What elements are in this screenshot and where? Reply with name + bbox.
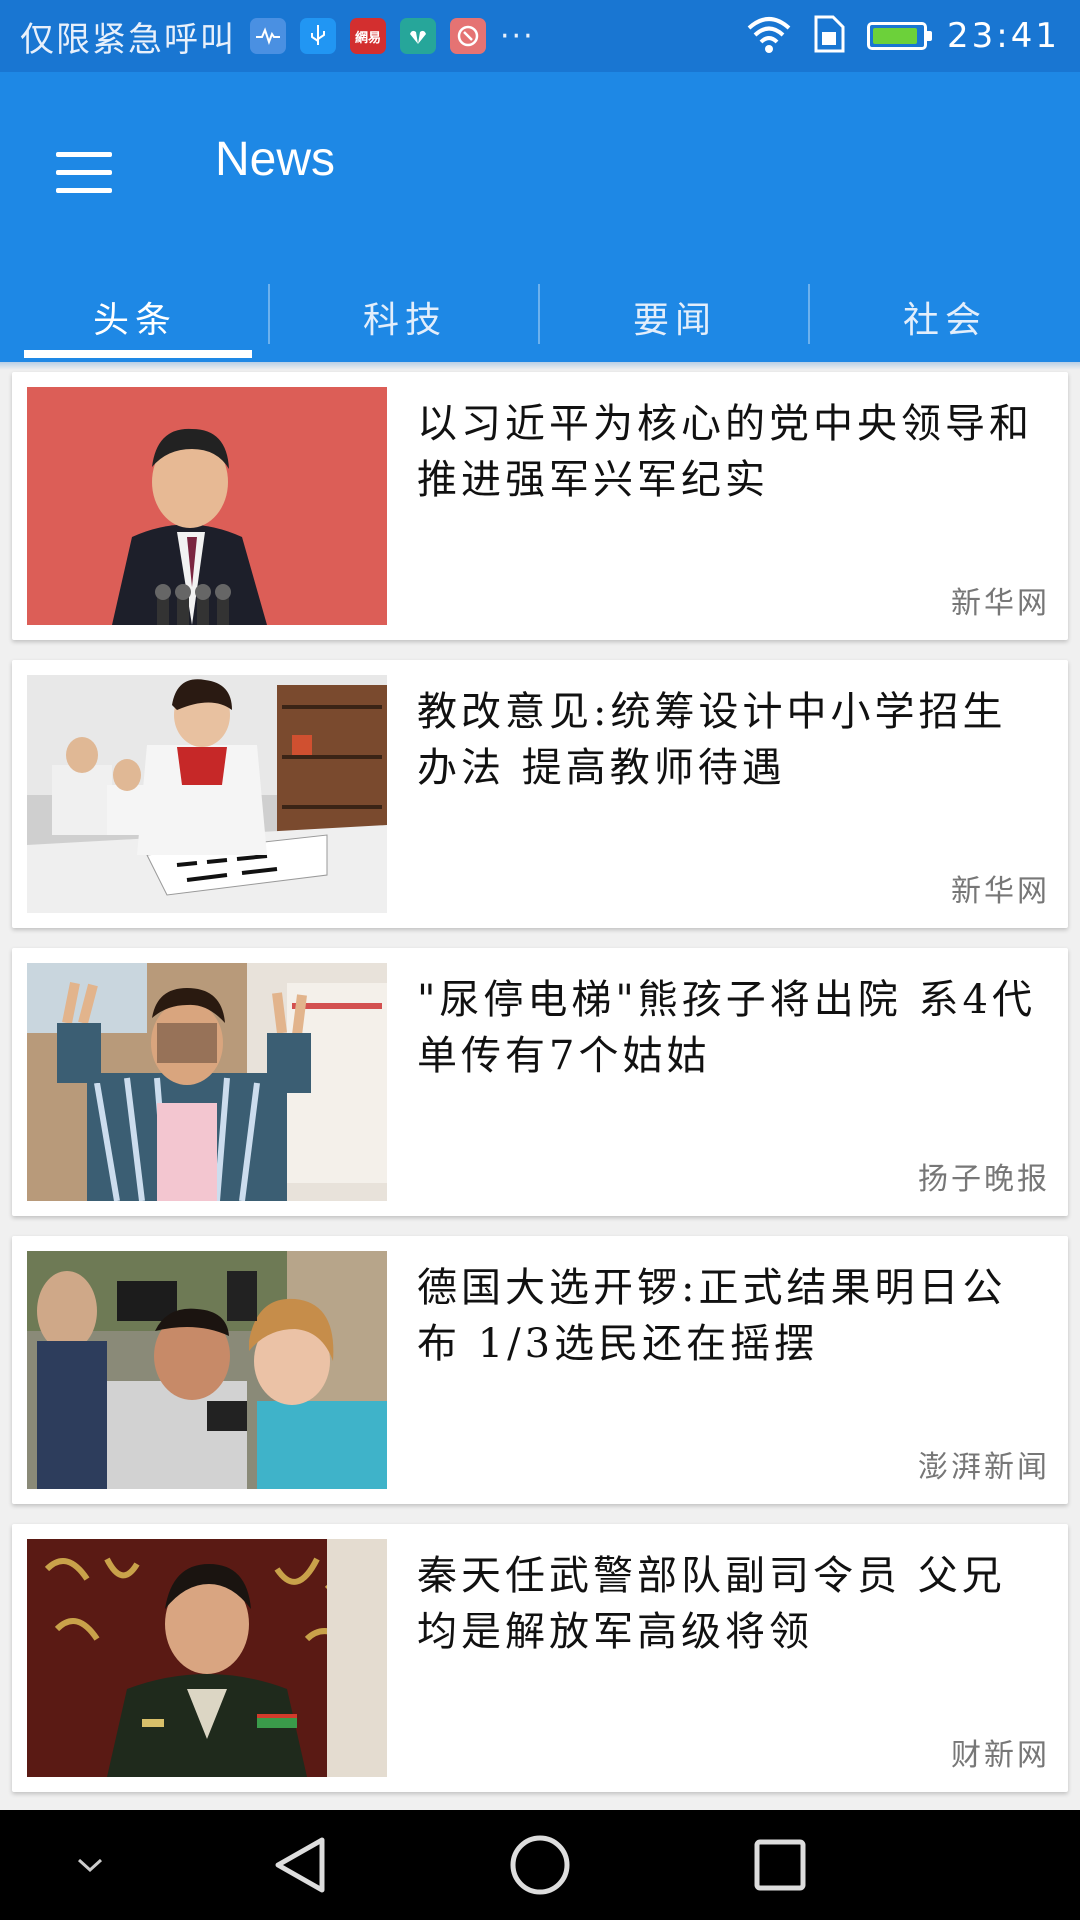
collapse-button[interactable]: [60, 1810, 120, 1920]
news-card[interactable]: 教改意见:统筹设计中小学招生办法 提高教师待遇 新华网: [12, 660, 1068, 928]
hamburger-icon: [56, 151, 112, 157]
article-thumbnail: [27, 675, 387, 913]
home-button[interactable]: [500, 1810, 580, 1920]
tab-label: 社会: [902, 300, 987, 341]
article-source: 扬子晚报: [918, 1162, 1050, 1197]
article-headline: 教改意见:统筹设计中小学招生办法 提高教师待遇: [417, 689, 1007, 791]
news-card[interactable]: "尿停电梯"熊孩子将出院 系4代单传有7个姑姑 扬子晚报: [12, 948, 1068, 1216]
status-left: 仅限紧急呼叫 網易 ···: [20, 0, 535, 72]
tab-label: 要闻: [632, 300, 717, 341]
usb-icon: [300, 18, 336, 54]
article-source: 澎湃新闻: [918, 1450, 1050, 1485]
back-button[interactable]: [260, 1810, 340, 1920]
tab-label: 头条: [92, 300, 177, 341]
tab-label: 科技: [362, 300, 447, 341]
tab-news[interactable]: 要闻: [540, 272, 810, 362]
article-thumbnail: [27, 963, 387, 1201]
article-headline: 秦天任武警部队副司令员 父兄均是解放军高级将领: [417, 1553, 1006, 1655]
article-source: 财新网: [951, 1738, 1050, 1773]
status-bar: 仅限紧急呼叫 網易 ··· 23:41: [0, 0, 1080, 72]
news-card[interactable]: 秦天任武警部队副司令员 父兄均是解放军高级将领 财新网: [12, 1524, 1068, 1792]
article-headline: 以习近平为核心的党中央领导和推进强军兴军纪实: [417, 401, 1033, 503]
tab-society[interactable]: 社会: [810, 272, 1080, 362]
clock: 23:41: [947, 16, 1060, 56]
news-feed[interactable]: 以习近平为核心的党中央领导和推进强军兴军纪实 新华网 教改意见:统筹设计中小学招…: [12, 372, 1068, 1812]
tab-tech[interactable]: 科技: [270, 272, 540, 362]
navigation-bar: [0, 1810, 1080, 1920]
home-circle-icon: [510, 1835, 570, 1895]
article-thumbnail: [27, 1251, 387, 1489]
recents-square-icon: [754, 1839, 806, 1891]
wifi-icon: [745, 14, 793, 58]
article-source: 新华网: [951, 874, 1050, 909]
tab-bar: 头条 科技 要闻 社会: [0, 272, 1080, 362]
recents-button[interactable]: [740, 1810, 820, 1920]
more-notifications: ···: [500, 18, 535, 54]
news-card[interactable]: 德国大选开锣:正式结果明日公布 1/3选民还在摇摆 澎湃新闻: [12, 1236, 1068, 1504]
back-triangle-icon: [275, 1837, 325, 1893]
gesture-icon: [450, 18, 486, 54]
menu-button[interactable]: [36, 124, 132, 220]
status-right: 23:41: [745, 0, 1060, 72]
news-card[interactable]: 以习近平为核心的党中央领导和推进强军兴军纪实 新华网: [12, 372, 1068, 640]
article-thumbnail: [27, 1539, 387, 1777]
chevron-down-icon: [77, 1858, 103, 1873]
netease-icon: 網易: [350, 18, 386, 54]
tab-headlines[interactable]: 头条: [0, 272, 270, 362]
sim-icon: [813, 14, 847, 58]
article-thumbnail: [27, 387, 387, 625]
huawei-icon: [400, 18, 436, 54]
app-bar: News 头条 科技 要闻 社会: [0, 72, 1080, 362]
article-source: 新华网: [951, 586, 1050, 621]
carrier-text: 仅限紧急呼叫: [20, 19, 236, 60]
article-headline: 德国大选开锣:正式结果明日公布 1/3选民还在摇摆: [417, 1265, 1007, 1367]
health-icon: [250, 18, 286, 54]
active-tab-indicator: [24, 350, 252, 358]
app-title: News: [215, 133, 336, 186]
battery-icon: [867, 22, 933, 50]
article-headline: "尿停电梯"熊孩子将出院 系4代单传有7个姑姑: [417, 977, 1036, 1079]
